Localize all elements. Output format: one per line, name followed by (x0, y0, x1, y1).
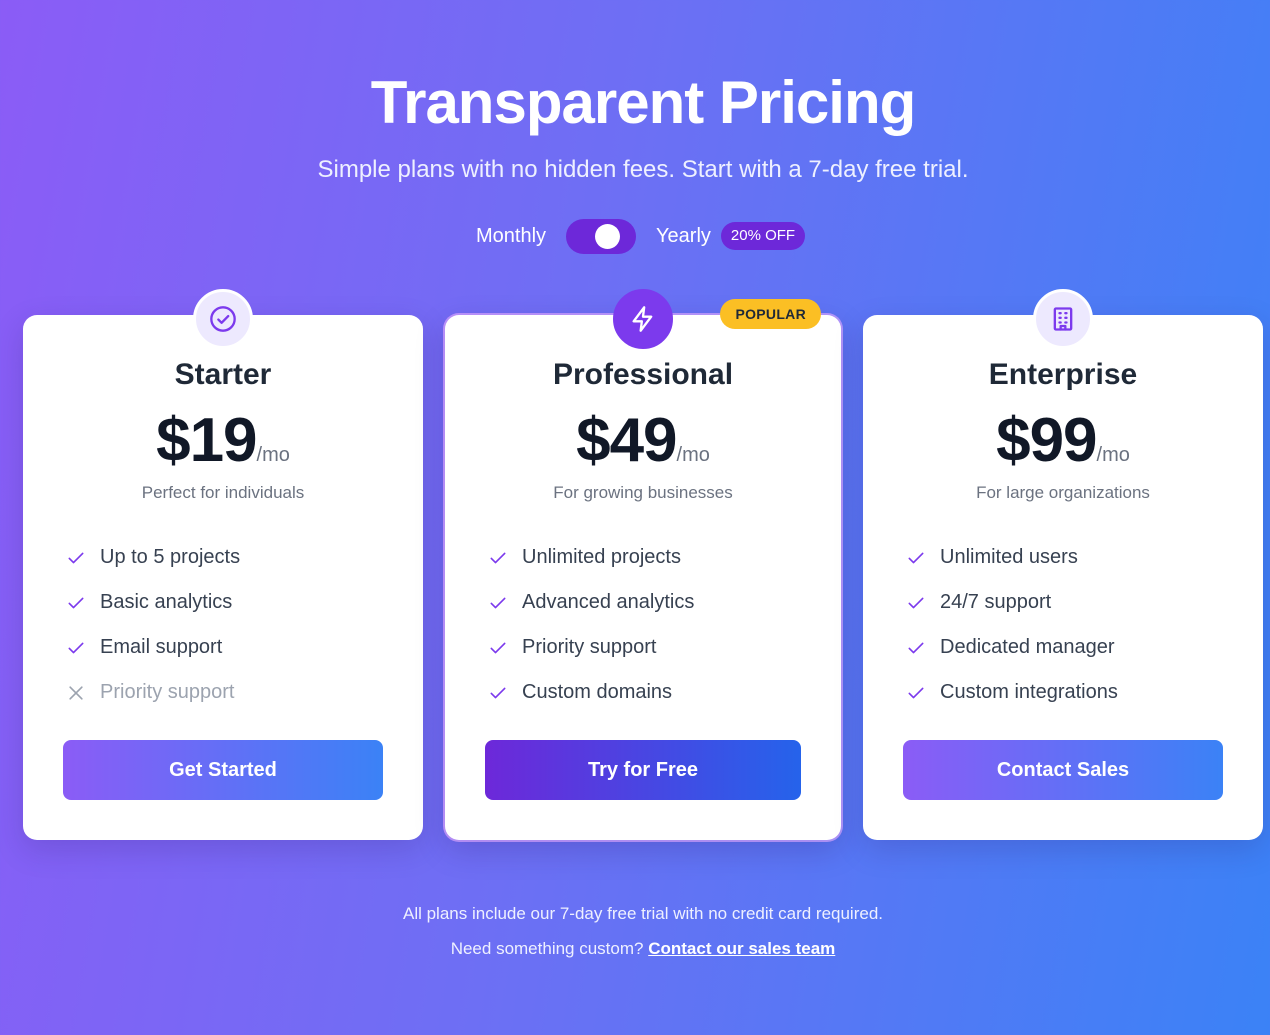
check-icon (488, 683, 522, 703)
feature-item: Basic analytics (66, 580, 240, 625)
footer-note: All plans include our 7-day free trial w… (402, 904, 884, 923)
feature-label: Priority support (522, 636, 657, 658)
page-subtitle: Simple plans with no hidden fees. Start … (317, 156, 969, 183)
feature-item: Priority support (488, 625, 694, 670)
plan-card-enterprise: Enterprise $99/mo For large organization… (863, 289, 1263, 840)
popular-badge: POPULAR (720, 299, 821, 329)
check-icon (488, 638, 522, 658)
feature-label: 24/7 support (940, 591, 1052, 613)
feature-label: Custom integrations (940, 681, 1118, 703)
feature-list: Up to 5 projects Basic analytics Email s… (66, 535, 240, 715)
lightning-icon (613, 289, 673, 349)
discount-badge: 20% OFF (720, 222, 806, 250)
price-period: /mo (676, 444, 710, 466)
feature-label: Unlimited projects (522, 546, 681, 568)
page-title: Transparent Pricing (370, 69, 917, 136)
plan-name: Professional (552, 358, 734, 391)
building-icon (1033, 289, 1093, 349)
footer-custom: Need something custom? Contact our sales… (0, 939, 1270, 959)
check-icon (66, 593, 100, 613)
feature-list: Unlimited users 24/7 support Dedicated m… (906, 535, 1118, 715)
check-icon (488, 548, 522, 568)
check-icon (906, 548, 940, 568)
feature-item-excluded: Priority support (66, 670, 240, 715)
feature-label: Custom domains (522, 681, 673, 703)
price-period: /mo (256, 444, 290, 466)
plan-price: $49/mo (445, 407, 841, 475)
check-icon (906, 683, 940, 703)
billing-toggle[interactable] (566, 218, 637, 254)
feature-item: Up to 5 projects (66, 535, 240, 580)
feature-item: Email support (66, 625, 240, 670)
check-icon (66, 638, 100, 658)
feature-label: Dedicated manager (940, 636, 1115, 658)
plan-tagline: For growing businesses (553, 483, 733, 502)
price-amount: $99 (996, 406, 1097, 475)
yearly-label[interactable]: Yearly (656, 225, 711, 248)
feature-list: Unlimited projects Advanced analytics Pr… (488, 535, 694, 715)
price-period: /mo (1096, 444, 1130, 466)
check-icon (66, 548, 100, 568)
check-icon (488, 593, 522, 613)
feature-label: Unlimited users (940, 546, 1078, 568)
feature-label: Email support (100, 636, 223, 658)
feature-item: Custom domains (488, 670, 694, 715)
check-circle-icon (193, 289, 253, 349)
feature-item: Advanced analytics (488, 580, 694, 625)
billing-toggle-group: Monthly Yearly 20% OFF (476, 218, 806, 254)
check-icon (906, 593, 940, 613)
monthly-label[interactable]: Monthly (476, 225, 546, 248)
plan-name: Enterprise (988, 358, 1138, 391)
feature-label: Basic analytics (100, 591, 233, 613)
footer-custom-prompt: Need something custom? (450, 939, 644, 958)
plan-card-professional: POPULAR Professional $49/mo For growing … (445, 289, 841, 840)
x-icon (66, 683, 100, 703)
plan-name: Starter (174, 358, 272, 391)
feature-item: Dedicated manager (906, 625, 1118, 670)
feature-label: Priority support (100, 681, 235, 703)
toggle-knob (595, 223, 621, 249)
check-icon (906, 638, 940, 658)
try-for-free-button[interactable]: Try for Free (485, 740, 801, 800)
feature-label: Advanced analytics (522, 591, 695, 613)
plan-price: $99/mo (863, 407, 1263, 475)
feature-item: Unlimited users (906, 535, 1118, 580)
plan-card-starter: Starter $19/mo Perfect for individuals U… (23, 289, 423, 840)
price-amount: $19 (156, 406, 257, 475)
contact-sales-button[interactable]: Contact Sales (903, 740, 1223, 800)
get-started-button[interactable]: Get Started (63, 740, 383, 800)
plan-tagline: For large organizations (976, 483, 1150, 502)
plan-price: $19/mo (23, 407, 423, 475)
feature-item: 24/7 support (906, 580, 1118, 625)
contact-sales-link[interactable]: Contact our sales team (648, 939, 835, 958)
price-amount: $49 (576, 406, 677, 475)
plan-tagline: Perfect for individuals (141, 483, 305, 502)
feature-item: Custom integrations (906, 670, 1118, 715)
feature-label: Up to 5 projects (100, 546, 241, 568)
feature-item: Unlimited projects (488, 535, 694, 580)
